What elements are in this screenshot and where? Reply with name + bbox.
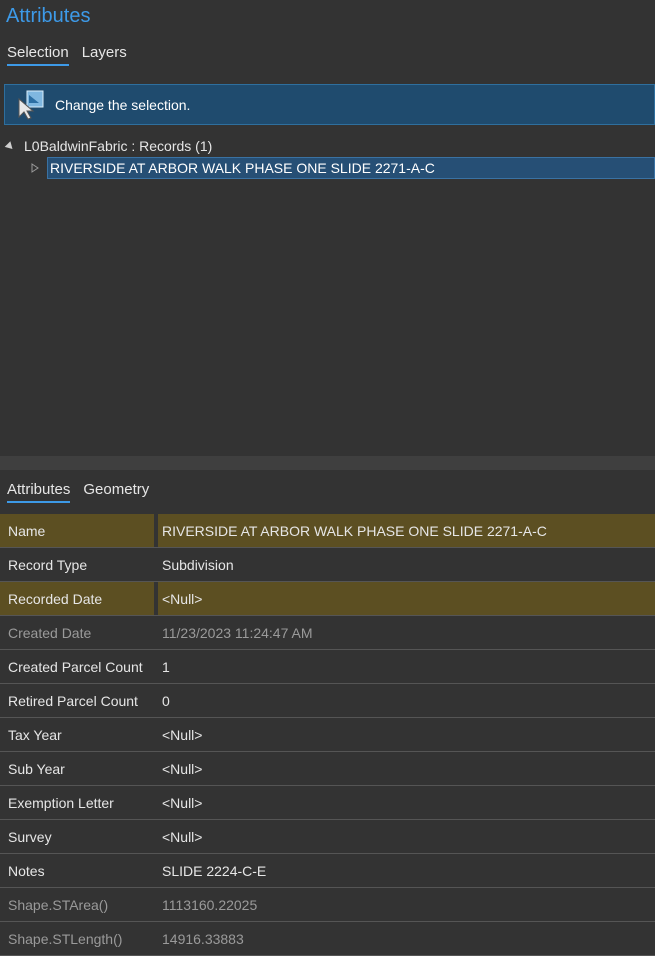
attribute-row-survey[interactable]: Survey <Null> (0, 820, 655, 854)
attribute-value[interactable]: <Null> (158, 786, 655, 819)
tree-root-label: L0BaldwinFabric : Records (1) (24, 138, 213, 154)
attribute-value: 1113160.22025 (162, 896, 258, 913)
attribute-value[interactable]: SLIDE 2224-C-E (158, 854, 655, 887)
tab-attributes[interactable]: Attributes (7, 481, 71, 503)
attribute-value: 11/23/2023 11:24:47 AM (162, 624, 313, 641)
attribute-row-sub-year[interactable]: Sub Year <Null> (0, 752, 655, 786)
attribute-value[interactable]: <Null> (158, 582, 655, 615)
expanded-arrow-icon[interactable] (4, 140, 16, 152)
attribute-value[interactable]: Subdivision (158, 548, 655, 581)
attribute-grid: Name RIVERSIDE AT ARBOR WALK PHASE ONE SL… (0, 514, 655, 956)
attribute-row-name[interactable]: Name RIVERSIDE AT ARBOR WALK PHASE ONE SL… (0, 514, 655, 548)
attribute-label: Shape.STLength() (0, 922, 158, 955)
tree-root-node[interactable]: L0BaldwinFabric : Records (1) (4, 138, 213, 154)
attribute-label: Created Parcel Count (0, 650, 158, 683)
attribute-value: 14916.33883 (162, 930, 244, 947)
attribute-value[interactable]: <Null> (158, 718, 655, 751)
selected-record-row[interactable]: RIVERSIDE AT ARBOR WALK PHASE ONE SLIDE … (47, 157, 655, 179)
tab-selection[interactable]: Selection (7, 44, 69, 66)
attribute-value[interactable]: 1 (158, 650, 655, 683)
attribute-value[interactable]: <Null> (158, 820, 655, 853)
bottom-tab-bar: Attributes Geometry (0, 481, 155, 503)
attribute-label: Survey (0, 820, 158, 853)
attribute-row-shape-starea: Shape.STArea() 1113160.22025 (0, 888, 655, 922)
selected-record-label: RIVERSIDE AT ARBOR WALK PHASE ONE SLIDE … (50, 160, 435, 176)
top-tab-bar: Selection Layers (0, 44, 133, 66)
tab-geometry[interactable]: Geometry (83, 481, 149, 503)
attribute-label: Shape.STArea() (0, 888, 158, 921)
collapsed-arrow-icon[interactable] (31, 163, 39, 173)
attribute-row-shape-stlength: Shape.STLength() 14916.33883 (0, 922, 655, 956)
change-selection-banner[interactable]: Change the selection. (4, 84, 655, 125)
attribute-row-tax-year[interactable]: Tax Year <Null> (0, 718, 655, 752)
panel-title: Attributes (6, 5, 91, 27)
attribute-row-record-type[interactable]: Record Type Subdivision (0, 548, 655, 582)
attribute-value[interactable]: <Null> (158, 752, 655, 785)
attribute-label: Name (0, 514, 158, 547)
attribute-label: Sub Year (0, 752, 158, 785)
attribute-value[interactable]: RIVERSIDE AT ARBOR WALK PHASE ONE SLIDE … (158, 514, 655, 547)
tab-layers[interactable]: Layers (82, 44, 127, 66)
attribute-label: Recorded Date (0, 582, 158, 615)
attribute-row-retired-parcel-count[interactable]: Retired Parcel Count 0 (0, 684, 655, 718)
tree-child-node[interactable]: RIVERSIDE AT ARBOR WALK PHASE ONE SLIDE … (31, 157, 655, 179)
attribute-label: Record Type (0, 548, 158, 581)
banner-text: Change the selection. (55, 96, 191, 113)
attribute-label: Notes (0, 854, 158, 887)
attribute-label: Exemption Letter (0, 786, 158, 819)
attribute-value[interactable]: 0 (158, 684, 655, 717)
attribute-row-recorded-date[interactable]: Recorded Date <Null> (0, 582, 655, 616)
attribute-label: Created Date (0, 616, 158, 649)
panel-splitter[interactable] (0, 456, 655, 470)
attribute-row-exemption-letter[interactable]: Exemption Letter <Null> (0, 786, 655, 820)
attribute-row-created-parcel-count[interactable]: Created Parcel Count 1 (0, 650, 655, 684)
select-cursor-icon (18, 90, 44, 120)
attribute-row-created-date: Created Date 11/23/2023 11:24:47 AM (0, 616, 655, 650)
attribute-row-notes[interactable]: Notes SLIDE 2224-C-E (0, 854, 655, 888)
attribute-label: Tax Year (0, 718, 158, 751)
attribute-label: Retired Parcel Count (0, 684, 158, 717)
